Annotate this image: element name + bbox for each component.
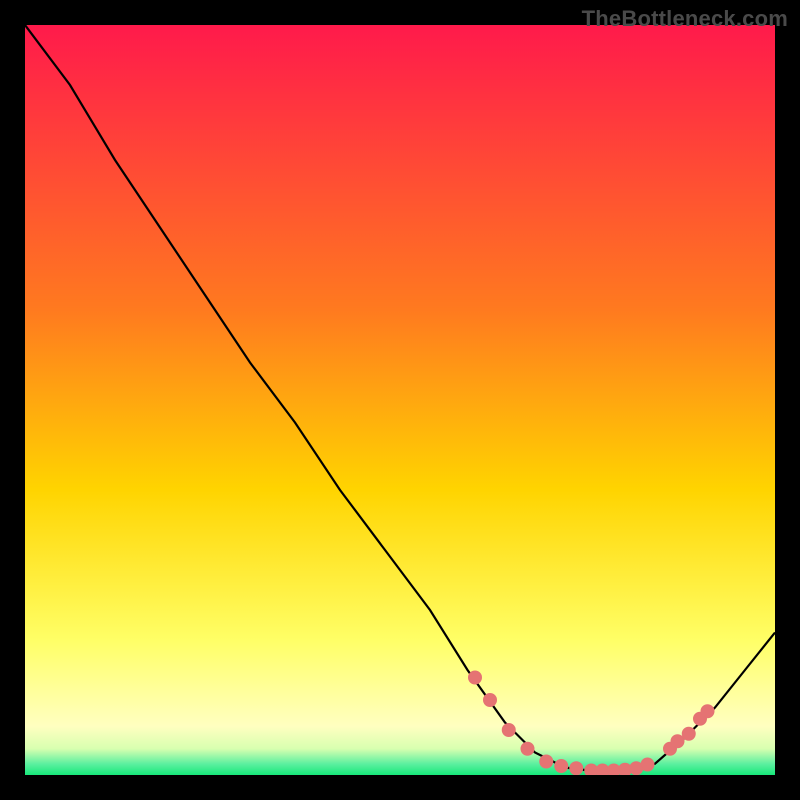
curve-marker: [484, 694, 497, 707]
chart-container: TheBottleneck.com: [0, 0, 800, 800]
curve-marker: [521, 742, 534, 755]
curve-marker: [540, 755, 553, 768]
curve-marker: [555, 760, 568, 773]
chart-svg: [25, 25, 775, 775]
curve-marker: [570, 762, 583, 775]
curve-marker: [671, 735, 684, 748]
curve-marker: [502, 724, 515, 737]
curve-marker: [641, 758, 654, 771]
plot-area: [25, 25, 775, 775]
curve-marker: [682, 727, 695, 740]
watermark-text: TheBottleneck.com: [582, 6, 788, 32]
curve-marker: [701, 705, 714, 718]
curve-marker: [469, 671, 482, 684]
gradient-background: [25, 25, 775, 775]
